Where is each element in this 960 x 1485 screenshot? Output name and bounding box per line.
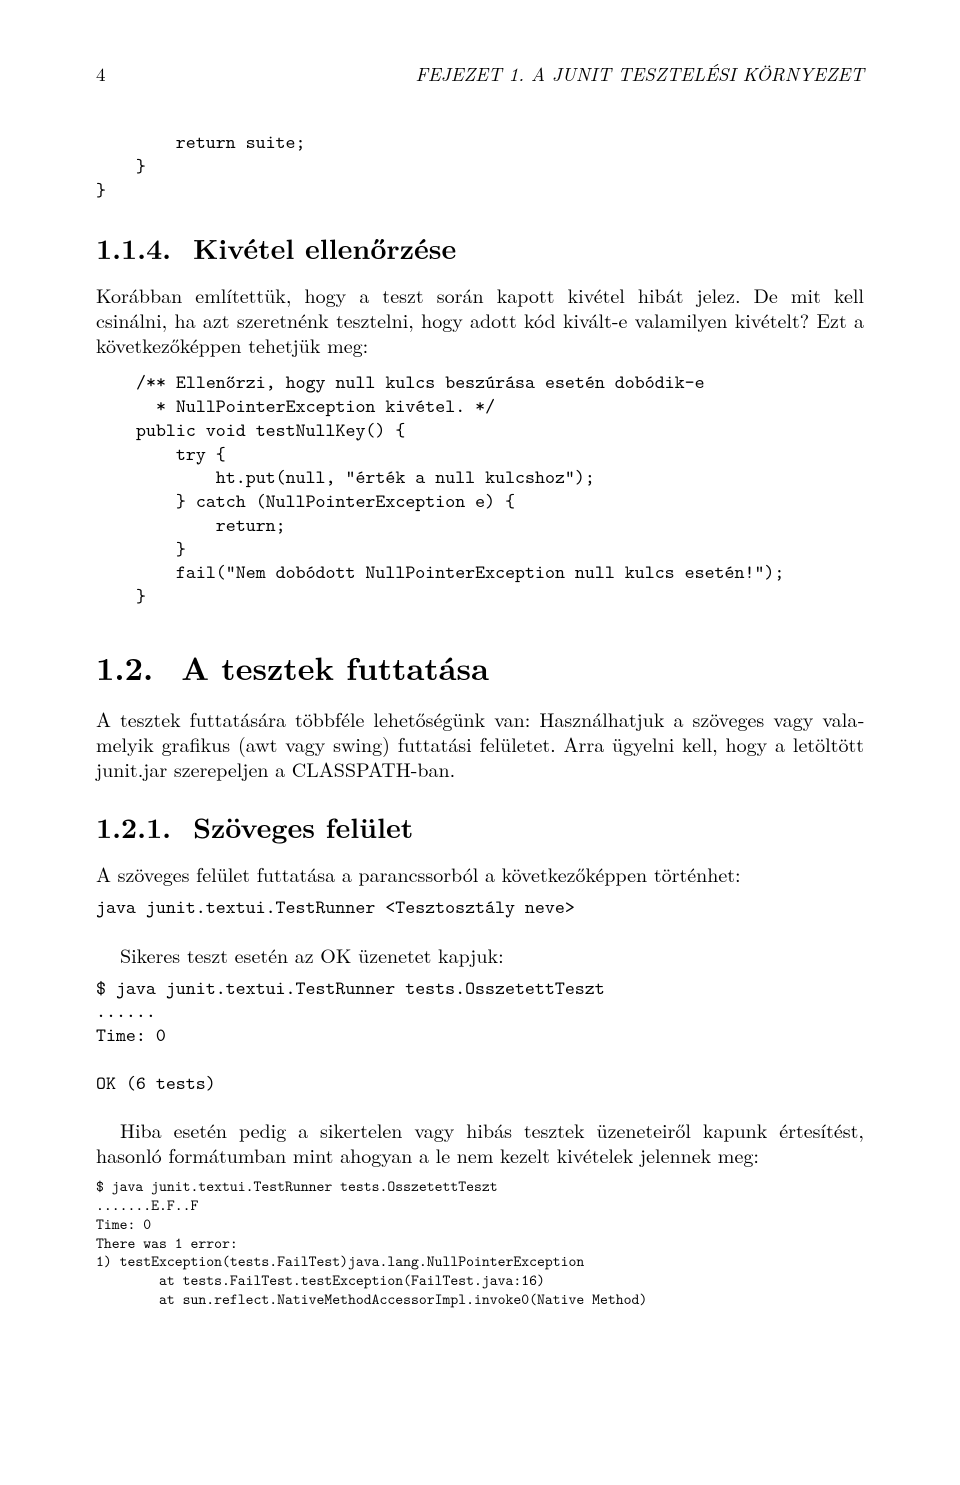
page: 4 FEJEZET 1. A JUNIT TESZTELÉSI KÖRNYEZE… bbox=[0, 0, 960, 1369]
para-121-2: Sikeres teszt esetén az OK üzenetet kapj… bbox=[96, 942, 864, 967]
para-121-3: Hiba esetén pedig a sikertelen vagy hibá… bbox=[96, 1117, 864, 1167]
code-121-2: $ java junit.textui.TestRunner tests.Oss… bbox=[96, 977, 864, 1096]
heading-1-2: 1.2. A tesztek futtatása bbox=[96, 645, 864, 690]
heading-title: Szöveges felület bbox=[193, 807, 413, 847]
heading-title: A tesztek futtatása bbox=[181, 645, 489, 690]
code-121-3: $ java junit.textui.TestRunner tests.Oss… bbox=[96, 1177, 864, 1308]
heading-number: 1.1.4. bbox=[96, 228, 171, 268]
heading-number: 1.2. bbox=[96, 645, 153, 690]
heading-number: 1.2.1. bbox=[96, 807, 171, 847]
para-121-1: A szöveges felület futtatása a parancsso… bbox=[96, 861, 864, 886]
code-intro: return suite; } } bbox=[96, 131, 864, 202]
code-121-1: java junit.textui.TestRunner <Tesztosztá… bbox=[96, 896, 864, 920]
para-12: A tesztek futtatására többféle lehetőség… bbox=[96, 706, 864, 781]
heading-1-2-1: 1.2.1. Szöveges felület bbox=[96, 807, 864, 847]
code-114: /** Ellenőrzi, hogy null kulcs beszúrása… bbox=[136, 371, 864, 609]
page-header: 4 FEJEZET 1. A JUNIT TESZTELÉSI KÖRNYEZE… bbox=[96, 60, 864, 87]
page-number: 4 bbox=[96, 60, 106, 87]
heading-1-1-4: 1.1.4. Kivétel ellenőrzése bbox=[96, 228, 864, 268]
running-head: FEJEZET 1. A JUNIT TESZTELÉSI KÖRNYEZET bbox=[415, 60, 864, 87]
heading-title: Kivétel ellenőrzése bbox=[193, 228, 456, 268]
para-114: Korábban említettük, hogy a teszt során … bbox=[96, 282, 864, 357]
